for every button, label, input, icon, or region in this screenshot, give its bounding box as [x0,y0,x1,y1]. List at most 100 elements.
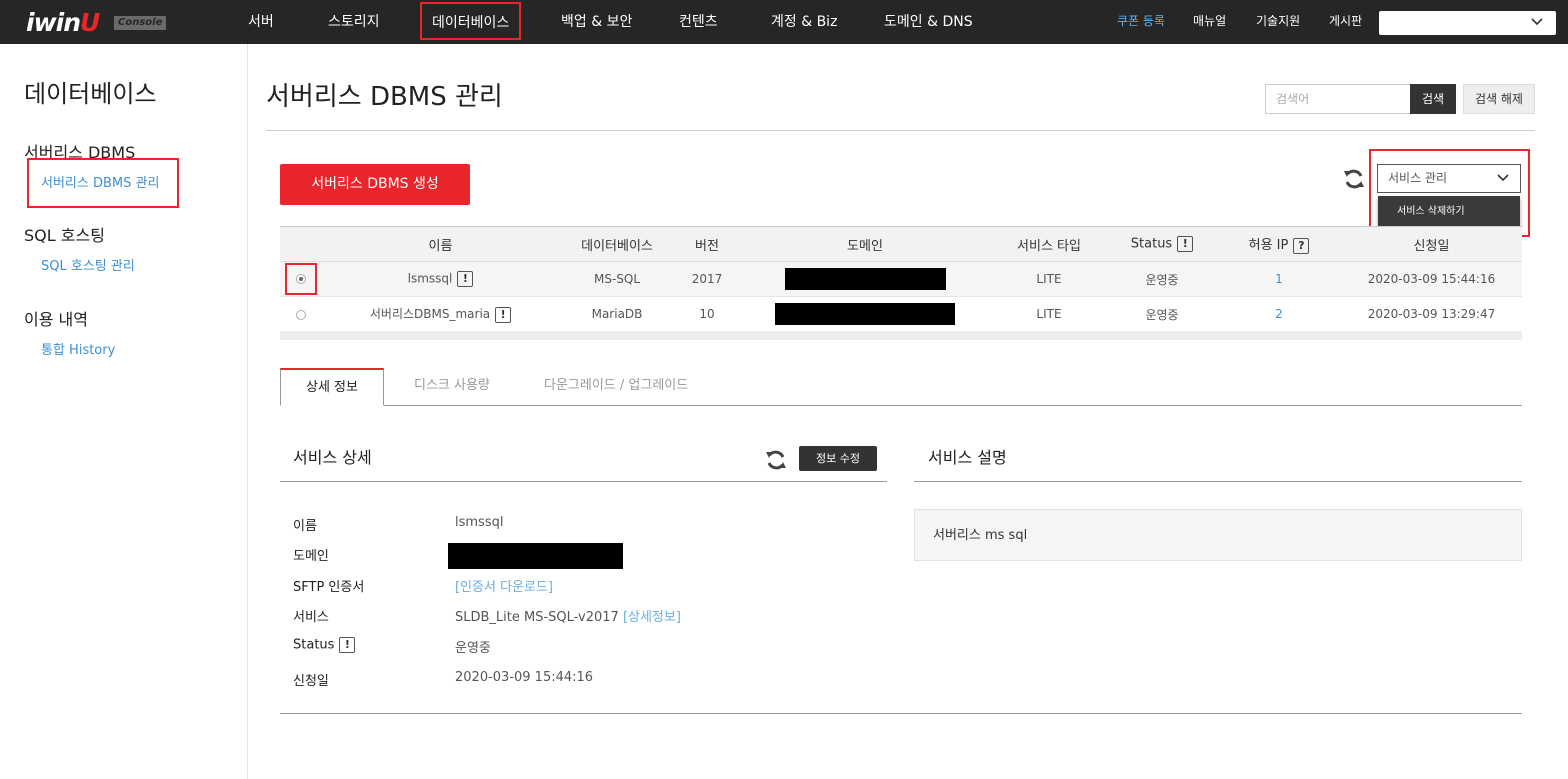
redacted-domain [448,543,623,569]
allowed-ip-link[interactable]: 1 [1275,272,1283,286]
row-database: MS-SQL [559,261,675,297]
logo-text: iwin [26,8,81,37]
row-name-text: 서버리스DBMS_maria [369,307,491,322]
iwin-logo[interactable]: iwinU [26,8,100,37]
row-status: 운영중 [1107,296,1217,332]
row-domain [739,296,991,332]
allowed-ip-link[interactable]: 2 [1275,307,1283,321]
account-select[interactable] [1379,11,1556,35]
detail-status-label: Status! [293,637,356,653]
create-serverless-dbms-button[interactable]: 서버리스 DBMS 생성 [280,164,470,205]
cert-download-link[interactable]: [인증서 다운로드] [455,576,553,595]
row-select-cell [280,261,322,297]
header-allowed-ip: 허용 IP? [1217,226,1341,262]
sidebar-group-usage: 이용 내역 [24,310,88,329]
top-navigation: iwinU Console 서버 스토리지 데이터베이스 백업 & 보안 컨텐츠… [0,0,1568,44]
name-info-icon[interactable]: ! [495,306,512,323]
title-divider [266,130,1535,131]
service-detail-link[interactable]: [상세정보] [623,610,681,625]
ip-help-icon[interactable]: ? [1293,237,1310,254]
row-database: MariaDB [559,296,675,332]
delete-service-menu-item[interactable]: 서비스 삭제하기 [1378,196,1520,228]
row-name: 서버리스DBMS_maria! [322,296,559,332]
row-version: 10 [675,296,739,332]
nav-backup-security[interactable]: 백업 & 보안 [561,0,632,44]
service-description-title: 서비스 설명 [928,448,1007,467]
table-row[interactable]: lsmssql! MS-SQL 2017 LITE 운영중 1 2020-03-… [280,261,1522,297]
sidebar: 데이터베이스 서버리스 DBMS 서버리스 DBMS 관리 SQL 호스팅 SQ… [0,44,248,779]
status-info-icon[interactable]: ! [339,637,356,653]
row-allowed-ip: 2 [1217,296,1341,332]
row-applied: 2020-03-09 13:29:47 [1341,296,1522,332]
detail-applied-value: 2020-03-09 15:44:16 [455,670,594,685]
redacted-domain [775,303,955,325]
search-input[interactable] [1265,84,1411,114]
row-name: lsmssql! [322,261,559,297]
row-domain [739,261,991,297]
row-service-type: LITE [991,261,1107,297]
row-applied: 2020-03-09 15:44:16 [1341,261,1522,297]
row-allowed-ip: 1 [1217,261,1341,297]
row-service-type: LITE [991,296,1107,332]
detail-applied-label: 신청일 [293,674,329,689]
console-badge: Console [114,16,167,30]
chevron-down-icon [1531,18,1543,26]
detail-status-value: 운영중 [455,641,491,656]
refresh-icon[interactable] [1342,167,1366,191]
row-select-cell [280,296,322,332]
service-manage-value: 서비스 관리 [1388,171,1448,185]
status-info-icon[interactable]: ! [1177,236,1194,252]
description-divider [914,481,1522,482]
header-domain: 도메인 [739,226,991,262]
clear-search-button[interactable]: 검색 해제 [1463,84,1535,114]
header-version: 버전 [675,226,739,262]
edit-info-button[interactable]: 정보 수정 [799,446,877,471]
detail-name-value: lsmssql [455,515,504,530]
detail-sftp-label: SFTP 인증서 [293,580,365,595]
name-info-icon[interactable]: ! [457,271,474,287]
header-service-type: 서비스 타입 [991,226,1107,262]
nav-database[interactable]: 데이터베이스 [420,2,522,40]
tab-disk-usage[interactable]: 디스크 사용량 [414,368,490,406]
manual-link[interactable]: 매뉴얼 [1193,0,1226,44]
page-title: 서버리스 DBMS 관리 [266,82,503,112]
sidebar-item-serverless-dbms[interactable]: 서버리스 DBMS 관리 [27,158,179,208]
nav-account-biz[interactable]: 계정 & Biz [771,0,837,44]
header-status: Status! [1107,226,1217,262]
header-applied: 신청일 [1341,226,1522,262]
nav-server[interactable]: 서버 [248,0,274,44]
refresh-icon[interactable] [764,448,788,472]
sidebar-item-sql-hosting[interactable]: SQL 호스팅 관리 [41,255,135,274]
tab-downgrade-upgrade[interactable]: 다운그레이드 / 업그레이드 [544,368,688,406]
detail-domain-label: 도메인 [293,549,329,564]
table-footer-bar [280,331,1522,340]
tech-support-link[interactable]: 기술지원 [1256,0,1300,44]
search-button[interactable]: 검색 [1410,84,1456,114]
header-status-label: Status [1130,236,1173,252]
board-link[interactable]: 게시판 [1329,0,1362,44]
detail-name-label: 이름 [293,519,317,534]
coupon-register-link[interactable]: 쿠폰 등록 [1117,0,1165,44]
tab-detail-info[interactable]: 상세 정보 [280,368,384,406]
header-ip-label: 허용 IP [1248,238,1289,254]
sidebar-item-history[interactable]: 통합 History [41,339,115,358]
row-radio[interactable] [296,273,306,284]
logo-smile-icon: U [80,8,100,37]
service-detail-title: 서비스 상세 [293,448,372,467]
nav-storage[interactable]: 스토리지 [328,0,380,44]
status-label-text: Status [293,637,335,653]
row-version: 2017 [675,261,739,297]
radio-highlight [285,263,317,295]
nav-contents[interactable]: 컨텐츠 [679,0,718,44]
sidebar-title: 데이터베이스 [24,80,157,108]
service-manage-select[interactable]: 서비스 관리 [1377,164,1521,193]
chevron-down-icon [1497,174,1509,182]
detail-divider [280,481,887,482]
table-row[interactable]: 서버리스DBMS_maria! MariaDB 10 LITE 운영중 2 20… [280,296,1522,332]
header-database: 데이터베이스 [559,226,675,262]
nav-domain-dns[interactable]: 도메인 & DNS [884,0,973,44]
row-name-text: lsmssql [407,271,453,286]
table-header-row: 이름 데이터베이스 버전 도메인 서비스 타입 Status! 허용 IP? 신… [280,226,1522,262]
row-radio[interactable] [296,309,306,320]
service-value-text: SLDB_Lite MS-SQL-v2017 [455,610,619,625]
